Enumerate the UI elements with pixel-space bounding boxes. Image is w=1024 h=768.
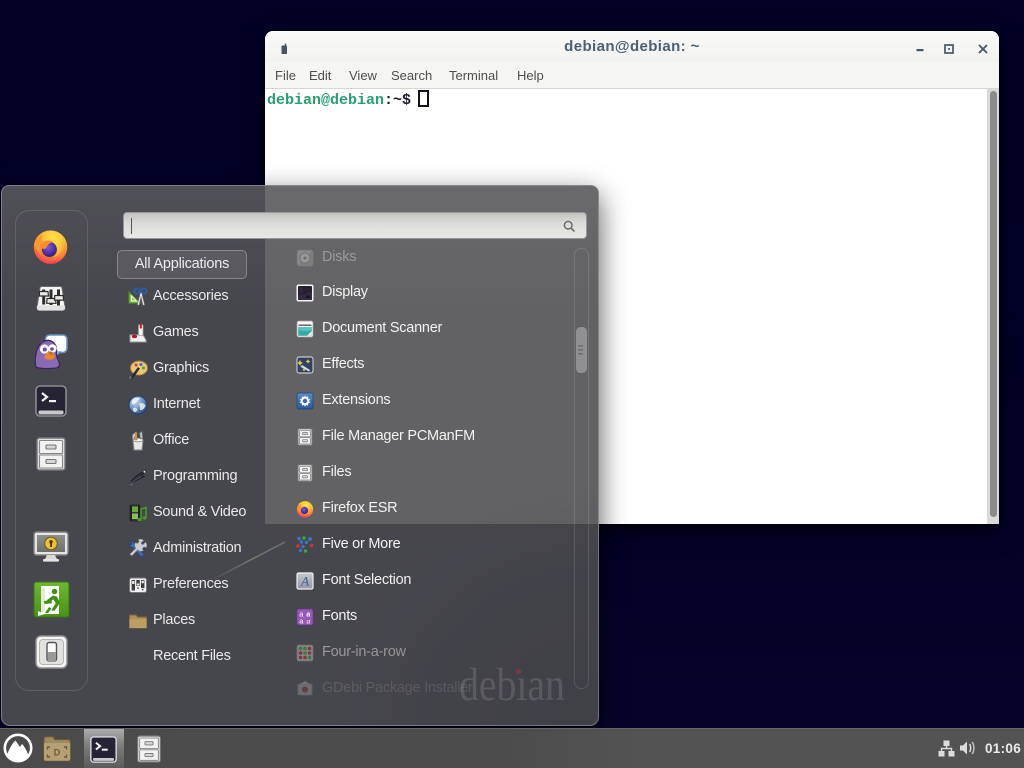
- svg-text:D: D: [54, 748, 61, 758]
